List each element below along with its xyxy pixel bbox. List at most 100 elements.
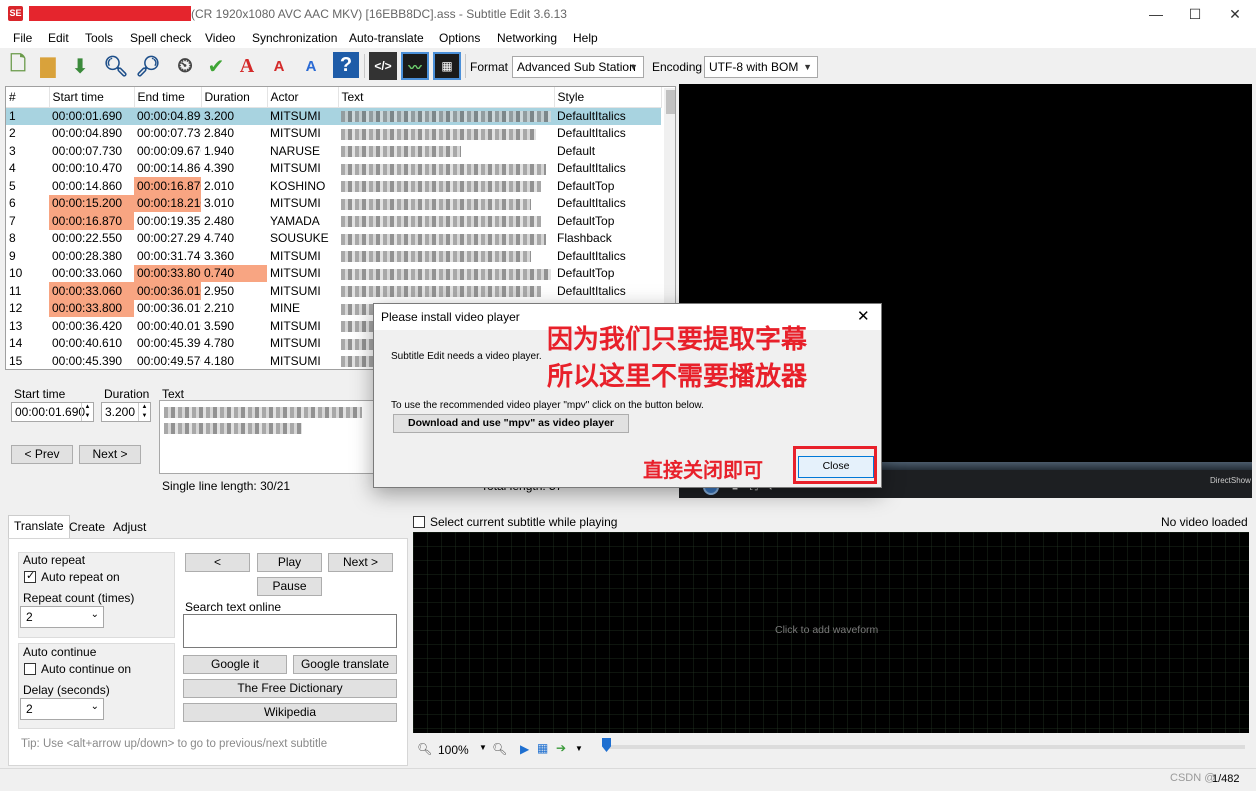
auto-continue-checkbox[interactable]: Auto continue on	[24, 662, 131, 676]
wikipedia-button[interactable]: Wikipedia	[183, 703, 397, 722]
open-folder-icon[interactable]: ▇	[34, 52, 62, 80]
row-start-time: 00:00:14.860	[52, 178, 123, 193]
tab-create[interactable]: Create	[64, 517, 110, 539]
grid-icon[interactable]: ▦	[537, 741, 548, 755]
zoom-in-icon[interactable]: 🔍︎	[492, 742, 507, 756]
table-row[interactable]: 5 00:00:14.860 00:00:16.870 2.010 KOSHINO Def…	[6, 177, 661, 195]
menu-edit[interactable]: Edit	[48, 31, 69, 45]
forward-dropdown-icon[interactable]: ▼	[575, 744, 583, 753]
menu-file[interactable]: File	[13, 31, 32, 45]
translate-icon[interactable]: A	[265, 52, 293, 80]
table-row[interactable]: 11 00:00:33.060 00:00:36.010 2.950 MITSUMI De…	[6, 282, 661, 300]
menu-tools[interactable]: Tools	[85, 31, 113, 45]
table-row[interactable]: 8 00:00:22.550 00:00:27.290 4.740 SOUSUKE Fla…	[6, 230, 661, 248]
toolbar: 🗋 ▇ ⬇ 🔍︎ 🔎︎ ⏲ ✔ A A A ? </> 〰 ▦ Format A…	[0, 49, 1256, 83]
row-duration: 4.740	[204, 231, 235, 246]
col-number[interactable]: #	[6, 87, 50, 108]
video-toggle-icon[interactable]: ▦	[433, 52, 461, 80]
translate-next-button[interactable]: Next >	[328, 553, 393, 572]
delay-select[interactable]: 2 ⌄	[20, 698, 104, 720]
menu-synchronization[interactable]: Synchronization	[252, 31, 337, 45]
start-time-input[interactable]: 00:00:01.690 ▲ ▼	[11, 402, 94, 422]
find-icon[interactable]: 🔍︎	[102, 52, 130, 80]
auto-repeat-checkbox[interactable]: Auto repeat on	[24, 569, 120, 584]
google-translate-button[interactable]: Google translate	[293, 655, 397, 674]
row-start-time: 00:00:33.060	[52, 266, 123, 281]
menu-help[interactable]: Help	[573, 31, 598, 45]
zoom-dropdown-icon[interactable]: ▼	[479, 743, 487, 752]
table-row[interactable]: 6 00:00:15.200 00:00:18.210 3.010 MITSUMI Def…	[6, 194, 661, 212]
row-style: DefaultTop	[557, 266, 615, 281]
checkbox-unchecked-icon[interactable]	[413, 516, 425, 528]
download-mpv-button[interactable]: Download and use "mpv" as video player	[393, 414, 629, 433]
col-actor[interactable]: Actor	[267, 87, 339, 108]
dialog-close-icon[interactable]: ✕	[857, 307, 870, 325]
row-number: 4	[9, 161, 16, 176]
app-logo-icon[interactable]: SE	[8, 6, 23, 21]
close-window-icon[interactable]: ✕	[1212, 0, 1256, 28]
select-while-playing-checkbox[interactable]: Select current subtitle while playing	[413, 515, 617, 529]
forward-icon[interactable]: ➔	[556, 741, 566, 755]
redacted-subtitle-text	[341, 233, 546, 245]
col-start-time[interactable]: Start time	[49, 87, 135, 108]
visual-sync-icon[interactable]: ⏲	[171, 52, 199, 80]
table-row[interactable]: 4 00:00:10.470 00:00:14.860 4.390 MITSUMI Def…	[6, 160, 661, 178]
menu-video[interactable]: Video	[205, 31, 235, 45]
table-row[interactable]: 7 00:00:16.870 00:00:19.350 2.480 YAMADA Defa…	[6, 212, 661, 230]
row-style: DefaultItalics	[557, 161, 626, 176]
checkbox-unchecked-icon[interactable]	[24, 663, 36, 675]
checkbox-checked-icon[interactable]	[24, 569, 36, 583]
spell-check-icon[interactable]: ✔	[202, 52, 230, 80]
style-icon[interactable]: A	[297, 52, 325, 80]
row-end-time: 00:00:31.740	[137, 248, 201, 263]
grid-scroll-thumb[interactable]	[666, 90, 675, 114]
table-row[interactable]: 1 00:00:01.690 00:00:04.890 3.200 MITSUMI Def…	[6, 107, 661, 125]
subtitle-text-editor[interactable]	[159, 400, 374, 474]
menu-spell-check[interactable]: Spell check	[130, 31, 191, 45]
waveform-position-slider[interactable]	[605, 745, 1245, 749]
spinner-arrows-icon[interactable]: ▲ ▼	[138, 403, 150, 421]
tab-adjust[interactable]: Adjust	[108, 517, 151, 539]
replace-icon[interactable]: 🔎︎	[134, 52, 162, 80]
table-row[interactable]: 3 00:00:07.730 00:00:09.670 1.940 NARUSE Defa…	[6, 142, 661, 160]
save-icon[interactable]: ⬇	[66, 52, 94, 80]
play-waveform-icon[interactable]: ▶	[520, 742, 529, 756]
menu-networking[interactable]: Networking	[497, 31, 557, 45]
col-duration[interactable]: Duration	[201, 87, 268, 108]
table-row[interactable]: 2 00:00:04.890 00:00:07.730 2.840 MITSUMI Def…	[6, 125, 661, 143]
spinner-arrows-icon[interactable]: ▲ ▼	[81, 403, 93, 421]
duration-input[interactable]: 3.200 ▲ ▼	[101, 402, 151, 422]
google-it-button[interactable]: Google it	[183, 655, 287, 674]
col-style[interactable]: Style	[554, 87, 662, 108]
search-text-input[interactable]	[183, 614, 397, 648]
help-icon[interactable]: ?	[333, 52, 359, 78]
row-text	[338, 125, 554, 143]
font-icon[interactable]: A	[233, 52, 261, 80]
table-row[interactable]: 10 00:00:33.060 00:00:33.800 0.740 MITSUMI De…	[6, 264, 661, 282]
row-actor: MITSUMI	[270, 266, 321, 281]
col-end-time[interactable]: End time	[134, 87, 202, 108]
row-start-time: 00:00:33.800	[49, 299, 134, 317]
menu-auto-translate[interactable]: Auto-translate	[349, 31, 424, 45]
slider-thumb[interactable]	[602, 738, 611, 752]
row-end-time: 00:00:04.890	[134, 107, 201, 125]
prev-button[interactable]: < Prev	[11, 445, 73, 464]
free-dictionary-button[interactable]: The Free Dictionary	[183, 679, 397, 698]
format-select[interactable]: Advanced Sub Station ▼	[512, 56, 644, 78]
next-button[interactable]: Next >	[79, 445, 141, 464]
source-view-icon[interactable]: </>	[369, 52, 397, 80]
table-row[interactable]: 9 00:00:28.380 00:00:31.740 3.360 MITSUMI Def…	[6, 247, 661, 265]
tab-translate[interactable]: Translate	[8, 515, 70, 539]
new-file-icon[interactable]: 🗋	[4, 52, 32, 80]
play-button[interactable]: Play	[257, 553, 322, 572]
col-text[interactable]: Text	[338, 87, 555, 108]
zoom-out-icon[interactable]: 🔍︎	[417, 742, 432, 756]
repeat-count-select[interactable]: 2 ⌄	[20, 606, 104, 628]
row-end-time: 00:00:49.570	[137, 353, 201, 368]
encoding-select[interactable]: UTF-8 with BOM ▼	[704, 56, 818, 78]
menu-options[interactable]: Options	[439, 31, 480, 45]
waveform-toggle-icon[interactable]: 〰	[401, 52, 429, 80]
translate-prev-button[interactable]: <	[185, 553, 250, 572]
pause-button[interactable]: Pause	[257, 577, 322, 596]
zoom-level[interactable]: 100%	[438, 743, 469, 757]
